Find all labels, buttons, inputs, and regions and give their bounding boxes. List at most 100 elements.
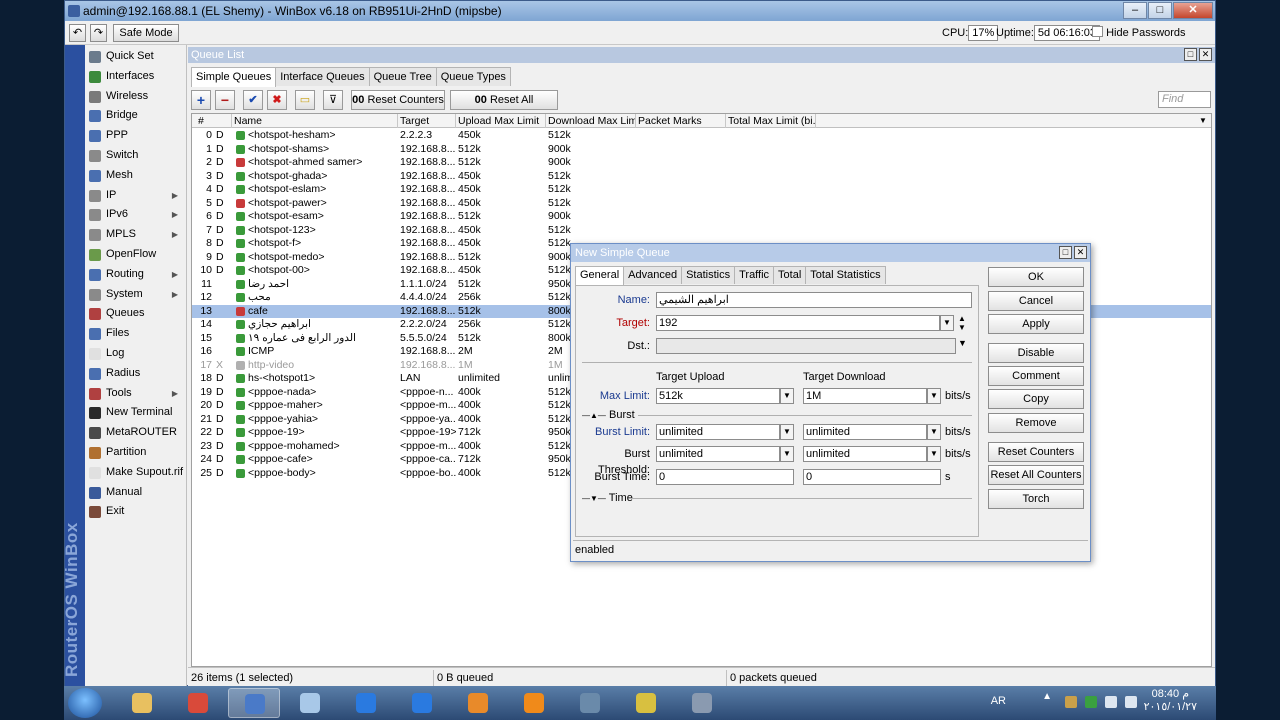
window-title-bar[interactable]: admin@192.168.88.1 (EL Shemy) - WinBox v… <box>65 1 1215 21</box>
taskbar-app[interactable] <box>340 688 392 718</box>
redo-button[interactable]: ↷ <box>90 24 107 42</box>
filter-icon[interactable]: ⊽ <box>323 90 343 110</box>
dialog-tab-total-statistics[interactable]: Total Statistics <box>805 266 886 284</box>
name-input[interactable]: ابراهيم الشيمي <box>656 292 972 308</box>
tab-queue-types[interactable]: Queue Types <box>435 67 511 86</box>
taskbar-app[interactable] <box>452 688 504 718</box>
comment-button[interactable]: Comment <box>988 366 1084 386</box>
target-input[interactable]: 192 <box>656 315 940 331</box>
hide-passwords-option[interactable]: Hide Passwords <box>1092 25 1186 41</box>
burst-limit-upload-dropdown-icon[interactable]: ▼ <box>780 424 794 440</box>
taskbar-app[interactable] <box>620 688 672 718</box>
menu-item-quick-set[interactable]: Quick Set <box>85 47 186 67</box>
table-row[interactable]: 0 D <hotspot-hesham> 2.2.2.3 450k 512k <box>192 129 1211 143</box>
find-input[interactable]: Find <box>1158 91 1211 108</box>
reset-counters-button[interactable]: Reset Counters <box>988 442 1084 462</box>
column-header[interactable]: Upload Max Limit <box>456 114 546 128</box>
dialog-tab-traffic[interactable]: Traffic <box>734 266 775 284</box>
dst-dropdown-icon[interactable]: ▼ <box>958 338 967 348</box>
burst-limit-download-dropdown-icon[interactable]: ▼ <box>927 424 941 440</box>
dialog-maximize-button[interactable]: □ <box>1059 246 1072 259</box>
target-dropdown-icon[interactable]: ▼ <box>940 315 954 331</box>
copy-button[interactable]: Copy <box>988 389 1084 409</box>
table-row[interactable]: 1 D <hotspot-shams> 192.168.8... 512k 900k <box>192 143 1211 157</box>
tray-expand-icon[interactable]: ▲ <box>1042 691 1052 702</box>
remove-icon[interactable]: − <box>215 90 235 110</box>
menu-item-mesh[interactable]: Mesh <box>85 166 186 186</box>
dialog-tab-total[interactable]: Total <box>773 266 807 284</box>
menu-item-mpls[interactable]: MPLS ▶ <box>85 225 186 245</box>
ok-button[interactable]: OK <box>988 267 1084 287</box>
menu-item-ipv6[interactable]: IPv6 ▶ <box>85 205 186 225</box>
volume-icon[interactable] <box>1125 696 1137 708</box>
add-icon[interactable]: + <box>191 90 211 110</box>
burst-threshold-download-input[interactable]: unlimited <box>803 446 927 462</box>
taskbar-app[interactable] <box>396 688 448 718</box>
column-header[interactable]: Name <box>232 114 398 128</box>
maximize-button[interactable]: □ <box>1148 2 1172 19</box>
taskbar-app[interactable] <box>676 688 728 718</box>
menu-item-new-terminal[interactable]: New Terminal <box>85 403 186 423</box>
menu-item-partition[interactable]: Partition <box>85 443 186 463</box>
taskbar-app[interactable] <box>228 688 280 718</box>
queue-list-maximize-button[interactable]: □ <box>1184 48 1197 61</box>
queue-list-title-bar[interactable]: Queue List □ ✕ <box>188 47 1215 63</box>
dialog-title-bar[interactable]: New Simple Queue □ ✕ <box>571 244 1090 262</box>
taskbar-app[interactable] <box>284 688 336 718</box>
queue-list-close-button[interactable]: ✕ <box>1199 48 1212 61</box>
burst-threshold-upload-dropdown-icon[interactable]: ▼ <box>780 446 794 462</box>
dialog-tab-general[interactable]: General <box>575 266 625 285</box>
menu-item-tools[interactable]: Tools ▶ <box>85 384 186 404</box>
apply-button[interactable]: Apply <box>988 314 1084 334</box>
burst-section-toggle[interactable]: —▲— Burst <box>582 408 635 423</box>
menu-item-bridge[interactable]: Bridge <box>85 106 186 126</box>
target-updown-icon[interactable]: ▲ ▼ <box>958 314 966 332</box>
columns-dropdown-icon[interactable]: ▼ <box>1197 114 1211 128</box>
menu-item-routing[interactable]: Routing ▶ <box>85 265 186 285</box>
tab-interface-queues[interactable]: Interface Queues <box>275 67 370 86</box>
torch-button[interactable]: Torch <box>988 489 1084 509</box>
max-limit-upload-dropdown-icon[interactable]: ▼ <box>780 388 794 404</box>
clock[interactable]: 08:40 م ٢٠١٥/٠١/٢٧ <box>1144 688 1197 714</box>
undo-button[interactable]: ↶ <box>69 24 86 42</box>
max-limit-download-input[interactable]: 1M <box>803 388 927 404</box>
tray-app-icon[interactable] <box>1065 696 1077 708</box>
column-header[interactable]: Total Max Limit (bi... <box>726 114 816 128</box>
taskbar-app[interactable] <box>564 688 616 718</box>
burst-time-download-input[interactable]: 0 <box>803 469 941 485</box>
comment-icon[interactable]: ▭ <box>295 90 315 110</box>
menu-item-manual[interactable]: Manual <box>85 483 186 503</box>
tray-flag-icon[interactable] <box>1105 696 1117 708</box>
language-indicator[interactable]: AR <box>991 695 1006 707</box>
dialog-tab-statistics[interactable]: Statistics <box>681 266 736 284</box>
burst-limit-upload-input[interactable]: unlimited <box>656 424 780 440</box>
menu-item-system[interactable]: System ▶ <box>85 285 186 305</box>
disable-icon[interactable]: ✖ <box>267 90 287 110</box>
tab-queue-tree[interactable]: Queue Tree <box>368 67 437 86</box>
column-header[interactable]: Download Max Limit <box>546 114 636 128</box>
dialog-close-button[interactable]: ✕ <box>1074 246 1087 259</box>
disable-button[interactable]: Disable <box>988 343 1084 363</box>
menu-item-ip[interactable]: IP ▶ <box>85 186 186 206</box>
table-row[interactable]: 4 D <hotspot-eslam> 192.168.8... 450k 512k <box>192 183 1211 197</box>
burst-threshold-upload-input[interactable]: unlimited <box>656 446 780 462</box>
burst-threshold-download-dropdown-icon[interactable]: ▼ <box>927 446 941 462</box>
remove-button[interactable]: Remove <box>988 413 1084 433</box>
burst-time-upload-input[interactable]: 0 <box>656 469 794 485</box>
menu-item-make-supout-rif[interactable]: Make Supout.rif <box>85 463 186 483</box>
table-row[interactable]: 5 D <hotspot-pawer> 192.168.8... 450k 512k <box>192 197 1211 211</box>
cancel-button[interactable]: Cancel <box>988 291 1084 311</box>
menu-item-switch[interactable]: Switch <box>85 146 186 166</box>
close-button[interactable]: ✕ <box>1173 2 1213 19</box>
table-row[interactable]: 7 D <hotspot-123> 192.168.8... 450k 512k <box>192 224 1211 238</box>
max-limit-download-dropdown-icon[interactable]: ▼ <box>927 388 941 404</box>
safe-mode-button[interactable]: Safe Mode <box>113 24 179 42</box>
taskbar-app[interactable] <box>508 688 560 718</box>
menu-item-interfaces[interactable]: Interfaces <box>85 67 186 87</box>
taskbar-app[interactable] <box>172 688 224 718</box>
dst-input[interactable] <box>656 338 956 354</box>
menu-item-ppp[interactable]: PPP <box>85 126 186 146</box>
table-row[interactable]: 2 D <hotspot-ahmed samer> 192.168.8... 512k 9… <box>192 156 1211 170</box>
reset-counters-button[interactable]: 00 Reset Counters <box>351 90 445 110</box>
reset-all-counters-button[interactable]: Reset All Counters <box>988 465 1084 485</box>
